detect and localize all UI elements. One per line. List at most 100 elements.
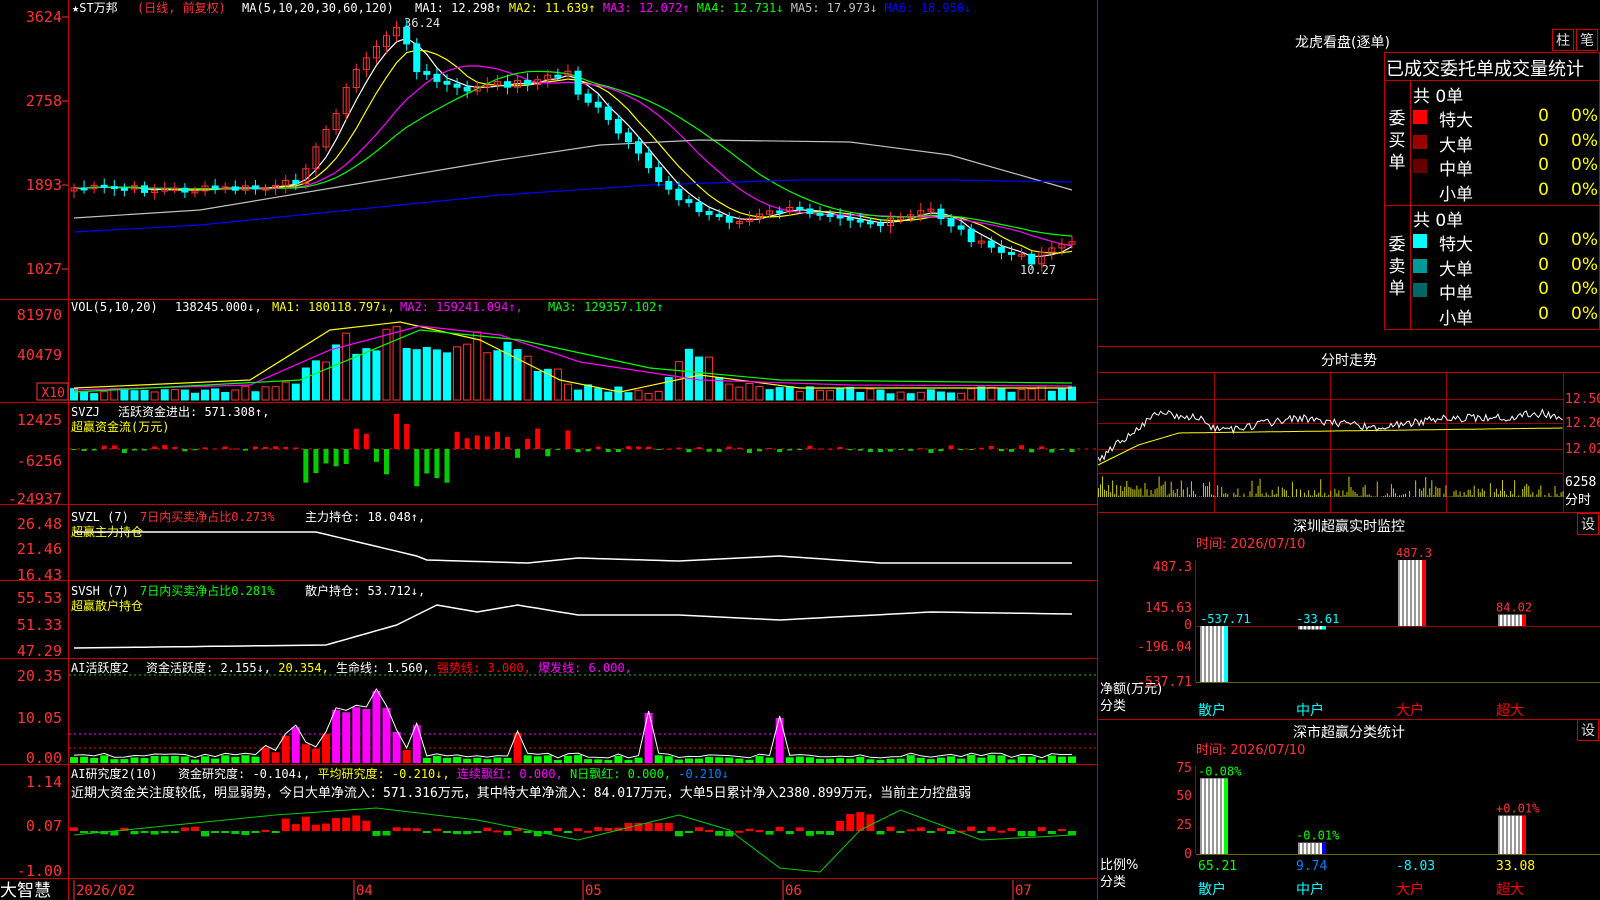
sell-side-label: 委卖单 xyxy=(1388,235,1406,299)
svg-text:81970: 81970 xyxy=(17,306,62,324)
legend-item: 连续飘红: 0.000, xyxy=(457,766,570,781)
stock-chart[interactable]: 3624 2758 1893 1027 ★ST万邦 (日线, 前复权) MA(5… xyxy=(0,0,1098,900)
svg-text:X10: X10 xyxy=(42,386,65,401)
sz-class-category: 中户 xyxy=(1296,881,1324,898)
svzj-axis: 12425 -6256 -24937 xyxy=(8,411,62,508)
svg-text:138245.000↓,: 138245.000↓, xyxy=(175,300,262,314)
legend-item: -0.210↓ xyxy=(678,767,729,781)
candles xyxy=(70,19,1076,272)
legend-item: 平均研究度: -0.210↓, xyxy=(317,766,456,781)
row-pct: 0% xyxy=(1571,155,1598,175)
svg-text:40479: 40479 xyxy=(17,346,62,364)
svg-text:26.48: 26.48 xyxy=(17,515,62,533)
svg-text:04: 04 xyxy=(356,883,373,899)
svzj-bars xyxy=(71,413,1075,487)
row-pct: 0% xyxy=(1571,279,1598,299)
sz-monitor-bar-label: 487.3 xyxy=(1396,546,1432,560)
svzl-line xyxy=(74,531,1072,564)
swatch xyxy=(1413,110,1427,124)
right-panel: 龙虎看盘(逐单) 柱 笔 已成交委托单成交量统计 委买单 共 0单 特大 0 0% 大… xyxy=(1098,0,1600,900)
order-row: 小单 0 0% xyxy=(1413,180,1599,205)
svg-text:10.27: 10.27 xyxy=(1020,263,1056,277)
sz-class-bar xyxy=(1200,778,1228,854)
price-annotations: 36.24 10.27 xyxy=(404,16,1056,277)
svg-text:51.33: 51.33 xyxy=(17,616,62,634)
swatch xyxy=(1413,307,1427,322)
svzl-axis: 26.48 21.46 16.43 xyxy=(17,515,62,584)
sell-total: 共 0单 xyxy=(1413,211,1464,231)
legend-item: 强势线: 3.000, xyxy=(437,661,538,675)
svg-text:47.29: 47.29 xyxy=(17,642,62,660)
sz-monitor-bar-label: 84.02 xyxy=(1496,601,1532,615)
buy-rows: 特大 0 0% 大单 0 0% 中单 0 0% 小单 0 0% xyxy=(1413,106,1599,205)
legend-item: N日飘红: 0.000, xyxy=(570,766,678,781)
svg-text:SVSH (7): SVSH (7) xyxy=(71,584,129,598)
sz-class-bar xyxy=(1298,842,1326,854)
ai-active-legend: AI活跃度2 资金活跃度: 2.155↓, 20.354, 生命线: 1.560… xyxy=(71,660,632,675)
svg-text:07: 07 xyxy=(1015,883,1032,899)
row-name: 特大 xyxy=(1439,235,1473,255)
legend-item: 资金研究度: -0.104↓, xyxy=(178,766,317,781)
svg-text:3624: 3624 xyxy=(26,8,62,26)
svg-text:MA3: 129357.102↑: MA3: 129357.102↑ xyxy=(548,300,664,314)
legend-item: MA1: 12.298↑ xyxy=(415,1,509,15)
sz-monitor-bar xyxy=(1398,560,1426,626)
swatch xyxy=(1413,159,1427,173)
svg-text:12.50: 12.50 xyxy=(1565,392,1600,407)
row-count: 0 xyxy=(1538,254,1549,275)
svg-text:★ST万邦: ★ST万邦 xyxy=(72,1,118,15)
ai-active-bars xyxy=(70,691,1076,763)
volume-bars xyxy=(70,326,1076,401)
svg-text:超赢散户持仓: 超赢散户持仓 xyxy=(71,598,143,613)
sz-monitor-bar xyxy=(1498,614,1526,626)
order-row: 大单 0 0% xyxy=(1413,131,1599,156)
intraday-chart[interactable]: 12.50 12.26 12.02 6258 分时 xyxy=(1098,373,1600,512)
buy-side-label: 委买单 xyxy=(1388,109,1406,173)
svg-text:分类: 分类 xyxy=(1100,875,1126,890)
svg-text:活跃资金进出: 571.308↑,: 活跃资金进出: 571.308↑, xyxy=(118,404,269,419)
bar-mode-button[interactable]: 柱 xyxy=(1552,29,1574,51)
legend-item: MA6: 18.950↓ xyxy=(885,1,972,15)
row-count: 0 xyxy=(1538,130,1549,151)
swatch xyxy=(1413,134,1427,149)
dragon-title: 龙虎看盘(逐单) xyxy=(1295,35,1390,51)
legend-item: 生命线: 1.560, xyxy=(336,660,437,675)
sz-class-category: 超大 xyxy=(1496,882,1524,898)
sz-class-value: -8.03 xyxy=(1396,859,1435,874)
svg-text:75: 75 xyxy=(1176,761,1192,776)
ai-research-bars xyxy=(70,812,1076,837)
date-axis: 大智慧 2026/02 04 05 06 07 xyxy=(0,880,1032,900)
buy-total: 共 0单 xyxy=(1413,87,1464,107)
svg-text:05: 05 xyxy=(585,883,602,899)
pen-mode-button[interactable]: 笔 xyxy=(1576,29,1598,51)
svg-text:近期大资金关注度较低，明显弱势，今日大单净流入：571.31: 近期大资金关注度较低，明显弱势，今日大单净流入：571.316万元，其中特大单净… xyxy=(71,785,971,801)
row-count: 0 xyxy=(1538,279,1549,299)
swatch xyxy=(1413,283,1427,297)
ai-active-line xyxy=(73,688,1073,759)
sz-class-chart: 时间: 2026/07/10 75 50 25 0 比例% 分类 -0.08% 6… xyxy=(1100,743,1600,898)
sz-class-change-label: +0.01% xyxy=(1496,802,1540,816)
legend-item: 20.354, xyxy=(278,661,336,675)
svg-text:-1.00: -1.00 xyxy=(17,862,62,880)
row-pct: 0% xyxy=(1571,106,1598,126)
row-count: 0 xyxy=(1538,179,1549,200)
row-name: 中单 xyxy=(1439,284,1473,304)
svg-text:0.07: 0.07 xyxy=(26,817,62,835)
svg-text:2026/02: 2026/02 xyxy=(76,883,135,899)
svg-text:1.14: 1.14 xyxy=(26,773,62,791)
sz-class-bar xyxy=(1498,815,1526,854)
sz-class-value: 9.74 xyxy=(1296,859,1327,874)
svg-text:AI研究度2(10): AI研究度2(10) xyxy=(71,766,158,781)
order-row: 特大 0 0% xyxy=(1413,230,1599,255)
svg-text:487.3: 487.3 xyxy=(1153,560,1192,575)
order-row: 中单 0 0% xyxy=(1413,155,1599,180)
swatch xyxy=(1413,234,1427,248)
legend-item: MA2: 11.639↑ xyxy=(509,1,603,15)
row-name: 小单 xyxy=(1439,184,1473,205)
svg-text:1893: 1893 xyxy=(26,176,62,194)
swatch xyxy=(1413,258,1427,273)
sz-monitor-category: 中户 xyxy=(1296,702,1324,719)
row-pct: 0% xyxy=(1571,130,1598,151)
svg-text:资金活跃度: 2.155↓, 20.354, 生命线: 1.: 资金活跃度: 2.155↓, 20.354, 生命线: 1.560, 强势线: … xyxy=(146,660,632,675)
svg-text:55.53: 55.53 xyxy=(17,589,62,607)
